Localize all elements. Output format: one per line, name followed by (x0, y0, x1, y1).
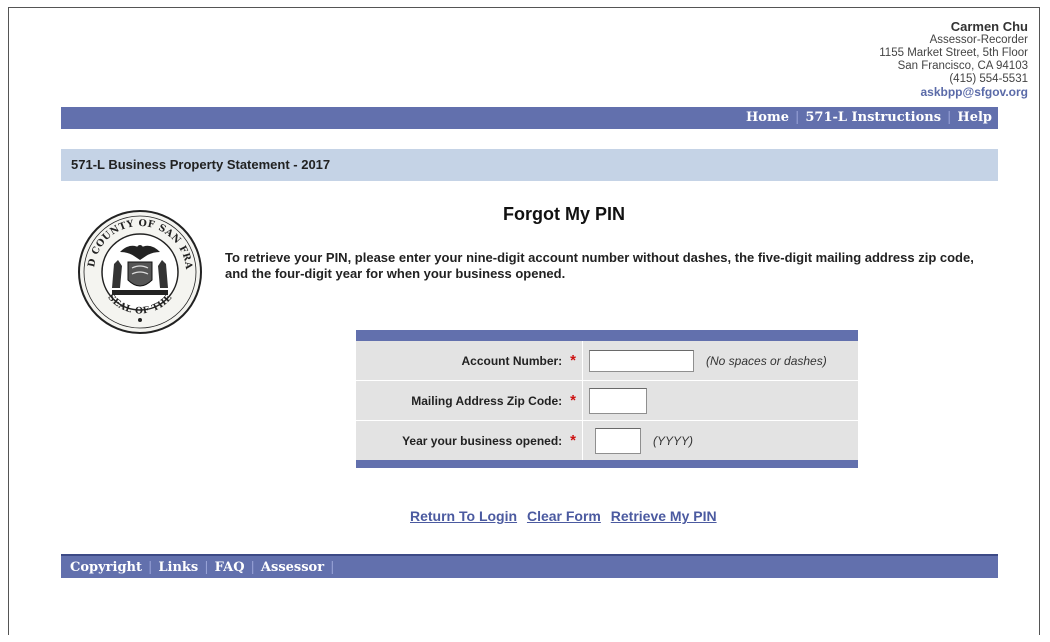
form-actions: Return To Login Clear Form Retrieve My P… (410, 508, 723, 524)
footer-navigation: Copyright | Links | FAQ | Assessor | (61, 554, 998, 578)
city-county-seal-icon: CITY AND COUNTY OF SAN FRANCISCO SEAL OF… (71, 200, 204, 336)
contact-block: Carmen Chu Assessor-Recorder 1155 Market… (879, 19, 1028, 100)
retrieve-pin-link[interactable]: Retrieve My PIN (611, 508, 717, 524)
assessor-title: Assessor-Recorder (929, 34, 1028, 46)
account-number-label: Account Number: (461, 353, 563, 368)
account-number-field-cell: (No spaces or dashes) (583, 341, 858, 380)
nav-instructions-link[interactable]: 571-L Instructions (805, 110, 941, 125)
instructions-text: To retrieve your PIN, please enter your … (225, 250, 974, 281)
zip-code-row: Mailing Address Zip Code: * (356, 381, 858, 421)
nav-separator: | (794, 110, 800, 125)
footer-copyright-link[interactable]: Copyright (70, 560, 142, 575)
nav-separator: | (947, 110, 952, 125)
year-opened-label: Year your business opened: (402, 433, 563, 448)
required-marker: * (570, 352, 576, 369)
zip-code-field-cell (583, 381, 858, 420)
statement-title: 571-L Business Property Statement - 2017 (71, 157, 331, 172)
year-opened-input[interactable] (595, 427, 641, 454)
account-number-input[interactable] (589, 349, 694, 372)
year-opened-label-cell: Year your business opened: * (356, 421, 583, 460)
account-number-row: Account Number: * (No spaces or dashes) (356, 341, 858, 381)
address-line-1: 1155 Market Street, 5th Floor (879, 47, 1028, 59)
pin-retrieval-form: Account Number: * (No spaces or dashes) … (356, 330, 858, 468)
footer-assessor-link[interactable]: Assessor (261, 560, 324, 575)
footer-separator: | (148, 560, 153, 575)
nav-home-link[interactable]: Home (746, 110, 789, 125)
account-number-label-cell: Account Number: * (356, 341, 583, 380)
zip-code-label: Mailing Address Zip Code: (411, 393, 563, 408)
footer-separator: | (204, 560, 209, 575)
zip-code-input[interactable] (589, 387, 647, 414)
year-opened-field-cell: (YYYY) (583, 421, 858, 460)
nav-help-link[interactable]: Help (957, 110, 992, 125)
footer-faq-link[interactable]: FAQ (215, 560, 245, 575)
footer-separator: | (250, 560, 255, 575)
address-line-2: San Francisco, CA 94103 (897, 60, 1028, 72)
clear-form-link[interactable]: Clear Form (527, 508, 601, 524)
footer-links-link[interactable]: Links (158, 560, 198, 575)
year-opened-row: Year your business opened: * (YYYY) (356, 421, 858, 460)
page-title: Forgot My PIN (503, 204, 625, 224)
return-to-login-link[interactable]: Return To Login (410, 508, 517, 524)
required-marker: * (570, 432, 576, 449)
account-number-hint: (No spaces or dashes) (706, 353, 827, 368)
top-navigation: Home | 571-L Instructions | Help (61, 107, 998, 129)
required-marker: * (570, 392, 576, 409)
email-link[interactable]: askbpp@sfgov.org (921, 85, 1029, 99)
year-opened-hint: (YYYY) (653, 433, 694, 448)
statement-title-bar: 571-L Business Property Statement - 2017 (61, 149, 998, 181)
zip-code-label-cell: Mailing Address Zip Code: * (356, 381, 583, 420)
assessor-name: Carmen Chu (950, 19, 1028, 34)
footer-separator: | (330, 560, 335, 575)
